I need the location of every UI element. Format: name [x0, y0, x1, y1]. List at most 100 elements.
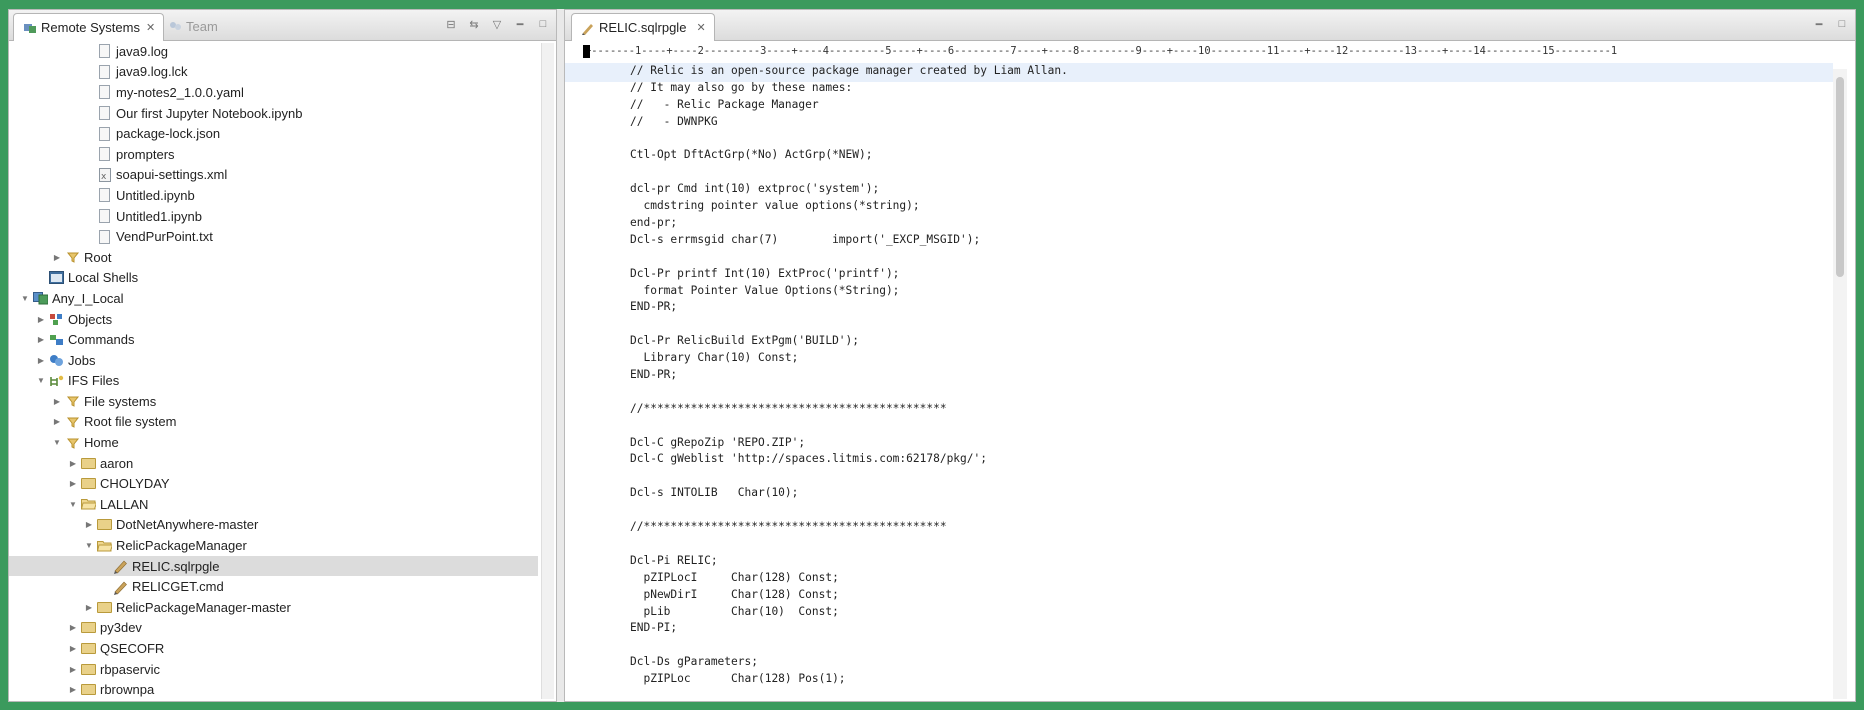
chevron-right-icon[interactable]: ▶: [51, 251, 63, 263]
code-line[interactable]: Dcl-Pi RELIC;: [630, 553, 1825, 570]
tree-item[interactable]: x soapui-settings.xml: [9, 165, 538, 186]
maximize-icon[interactable]: □: [1835, 17, 1849, 31]
code-line[interactable]: // It may also go by these names:: [630, 80, 1825, 97]
chevron-right-icon[interactable]: ▶: [67, 622, 79, 634]
tree-item[interactable]: ▶ File systems: [9, 391, 538, 412]
chevron-right-icon[interactable]: ▶: [35, 354, 47, 366]
code-line[interactable]: END-PR;: [630, 367, 1825, 384]
chevron-down-icon[interactable]: ▼: [83, 540, 95, 552]
code-line[interactable]: [630, 316, 1825, 333]
tab-relic-sqlrpgle[interactable]: RELIC.sqlrpgle ✕: [571, 13, 715, 41]
code-line[interactable]: cmdstring pointer value options(*string)…: [630, 198, 1825, 215]
code-line[interactable]: pZIPLocI Char(128) Const;: [630, 570, 1825, 587]
view-menu-icon[interactable]: ▽: [490, 17, 504, 31]
code-line[interactable]: END-PR;: [630, 299, 1825, 316]
tree-item[interactable]: RELICGET.cmd: [9, 576, 538, 597]
code-line[interactable]: // - DWNPKG: [630, 114, 1825, 131]
chevron-right-icon[interactable]: ▶: [35, 313, 47, 325]
chevron-right-icon[interactable]: ▶: [67, 457, 79, 469]
chevron-right-icon[interactable]: ▶: [83, 519, 95, 531]
code-line[interactable]: Dcl-s INTOLIB Char(10);: [630, 485, 1825, 502]
tree-item[interactable]: ▶ QSECOFR: [9, 638, 538, 659]
code-line[interactable]: [630, 468, 1825, 485]
chevron-right-icon[interactable]: ▶: [67, 478, 79, 490]
tree-item[interactable]: ▼ IFS Files: [9, 371, 538, 392]
link-editor-icon[interactable]: ⇆: [467, 17, 481, 31]
tree-item[interactable]: ▶ aaron: [9, 453, 538, 474]
code-line[interactable]: [630, 637, 1825, 654]
tree-item[interactable]: ▶ DotNetAnywhere-master: [9, 515, 538, 536]
code-line[interactable]: Library Char(10) Const;: [630, 350, 1825, 367]
chevron-down-icon[interactable]: ▼: [19, 292, 31, 304]
chevron-right-icon[interactable]: ▶: [83, 601, 95, 613]
code-line[interactable]: Dcl-s errmsgid char(7) import('_EXCP_MSG…: [630, 232, 1825, 249]
code-line[interactable]: // Relic is an open-source package manag…: [630, 63, 1825, 80]
tree-item[interactable]: package-lock.json: [9, 123, 538, 144]
code-line[interactable]: pZIPLoc Char(128) Pos(1);: [630, 671, 1825, 688]
tree-item[interactable]: ▶ py3dev: [9, 618, 538, 639]
code-line[interactable]: [630, 502, 1825, 519]
tree-item[interactable]: ▶ Root file system: [9, 412, 538, 433]
tree-item[interactable]: ▶ rbpaservic: [9, 659, 538, 680]
chevron-right-icon[interactable]: ▶: [51, 416, 63, 428]
collapse-all-icon[interactable]: ⊟: [444, 17, 458, 31]
tree-item[interactable]: ▶ CHOLYDAY: [9, 473, 538, 494]
tree-item[interactable]: ▼ Home: [9, 432, 538, 453]
maximize-icon[interactable]: □: [536, 17, 550, 31]
tree-item[interactable]: ▶ Objects: [9, 309, 538, 330]
code-line[interactable]: [630, 418, 1825, 435]
tab-remote-systems[interactable]: Remote Systems ✕: [13, 13, 165, 41]
editor-scrollbar[interactable]: [1833, 69, 1847, 699]
chevron-right-icon[interactable]: ▶: [67, 663, 79, 675]
chevron-right-icon[interactable]: ▶: [35, 334, 47, 346]
code-line[interactable]: // - Relic Package Manager: [630, 97, 1825, 114]
code-line[interactable]: //**************************************…: [630, 401, 1825, 418]
tree-item[interactable]: my-notes2_1.0.0.yaml: [9, 82, 538, 103]
tree-item[interactable]: Our first Jupyter Notebook.ipynb: [9, 103, 538, 124]
code-line[interactable]: pLib Char(10) Const;: [630, 604, 1825, 621]
code-line[interactable]: [630, 164, 1825, 181]
editor-scroll-thumb[interactable]: [1836, 77, 1844, 277]
tree-item[interactable]: java9.log.lck: [9, 62, 538, 83]
minimize-icon[interactable]: ━: [1812, 17, 1826, 31]
code-editor[interactable]: +-------1----+----2---------3----+----4-…: [565, 41, 1855, 701]
code-line[interactable]: Ctl-Opt DftActGrp(*No) ActGrp(*NEW);: [630, 147, 1825, 164]
close-icon[interactable]: ✕: [696, 21, 705, 34]
tree-item[interactable]: Untitled.ipynb: [9, 185, 538, 206]
tree-item[interactable]: java9.log: [9, 41, 538, 62]
tree-item[interactable]: VendPurPoint.txt: [9, 226, 538, 247]
code-line[interactable]: //**************************************…: [630, 519, 1825, 536]
tree-item[interactable]: prompters: [9, 144, 538, 165]
code-line[interactable]: Dcl-C gWeblist 'http://spaces.litmis.com…: [630, 451, 1825, 468]
chevron-down-icon[interactable]: ▼: [51, 437, 63, 449]
tree-item[interactable]: ▶ RelicPackageManager-master: [9, 597, 538, 618]
tree-item[interactable]: ▼ Any_I_Local: [9, 288, 538, 309]
code-line[interactable]: dcl-pr Cmd int(10) extproc('system');: [630, 181, 1825, 198]
tree-item[interactable]: ▶ Root: [9, 247, 538, 268]
code-line[interactable]: Dcl-Pr printf Int(10) ExtProc('printf');: [630, 266, 1825, 283]
code-line[interactable]: [630, 249, 1825, 266]
tree-scrollbar[interactable]: [541, 43, 554, 699]
tab-team[interactable]: Team: [159, 13, 226, 40]
code-line[interactable]: Dcl-Ds gParameters;: [630, 654, 1825, 671]
tree-item[interactable]: ▼ RelicPackageManager: [9, 535, 538, 556]
code-line[interactable]: [630, 131, 1825, 148]
chevron-down-icon[interactable]: ▼: [35, 375, 47, 387]
code-line[interactable]: END-PI;: [630, 620, 1825, 637]
tree-item[interactable]: Local Shells: [9, 268, 538, 289]
tree-item[interactable]: ▼ LALLAN: [9, 494, 538, 515]
code-line[interactable]: format Pointer Value Options(*String);: [630, 283, 1825, 300]
tree-item[interactable]: RELIC.sqlrpgle: [9, 555, 538, 577]
code-text[interactable]: // Relic is an open-source package manag…: [630, 63, 1825, 688]
code-line[interactable]: Dcl-C gRepoZip 'REPO.ZIP';: [630, 435, 1825, 452]
code-line[interactable]: end-pr;: [630, 215, 1825, 232]
chevron-right-icon[interactable]: ▶: [51, 395, 63, 407]
tree-item[interactable]: Untitled1.ipynb: [9, 206, 538, 227]
minimize-icon[interactable]: ━: [513, 17, 527, 31]
code-line[interactable]: [630, 536, 1825, 553]
chevron-right-icon[interactable]: ▶: [67, 684, 79, 696]
chevron-down-icon[interactable]: ▼: [67, 498, 79, 510]
code-line[interactable]: Dcl-Pr RelicBuild ExtPgm('BUILD');: [630, 333, 1825, 350]
tree-item[interactable]: ▶ rbrownpa: [9, 679, 538, 700]
tree-item[interactable]: ▶ Jobs: [9, 350, 538, 371]
